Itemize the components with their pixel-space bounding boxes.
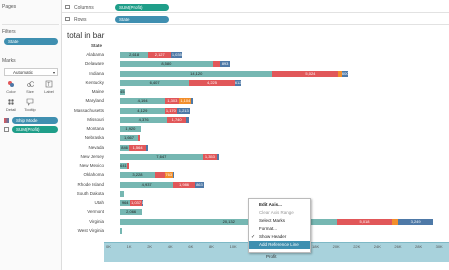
bar-segment[interactable]: 1,035: [171, 52, 183, 58]
bar-segment[interactable]: 1,213: [177, 107, 191, 114]
state-label: Delaware: [84, 61, 104, 67]
state-label: Massachusetts: [73, 107, 104, 113]
x-tick-label: 4K: [167, 244, 173, 249]
state-label: Vermont: [87, 209, 104, 215]
bar-segment[interactable]: [186, 116, 189, 123]
x-tick-label: 8K: [209, 244, 214, 249]
bar-segment[interactable]: 893: [220, 61, 230, 68]
bar-segment[interactable]: 1,104: [179, 98, 192, 105]
x-tick-label: 6K: [188, 244, 194, 249]
bar-segment[interactable]: [120, 190, 125, 197]
bar-segment[interactable]: 7,647: [120, 153, 203, 160]
state-label: Maryland: [85, 98, 104, 104]
bar-segment[interactable]: 1,667: [120, 135, 138, 142]
bar-segment[interactable]: 8,580: [120, 61, 213, 68]
state-label: Indiana: [89, 70, 104, 76]
bar-segment[interactable]: 5,018: [337, 218, 392, 225]
state-label: Virginia: [89, 218, 104, 224]
bar-segment[interactable]: 1,037: [130, 200, 142, 206]
bar-segment[interactable]: [126, 163, 129, 169]
state-label: Maine: [91, 89, 104, 94]
bar-segment[interactable]: 1,920: [120, 126, 141, 132]
bar-segment[interactable]: 600: [341, 70, 349, 77]
x-tick-label: 10K: [229, 244, 237, 249]
bar-segment[interactable]: [391, 218, 399, 225]
bar-segment[interactable]: 1,353: [202, 153, 218, 160]
state-label: South Dakota: [76, 190, 104, 196]
bar-segment[interactable]: 4,194: [120, 98, 166, 105]
x-tick-label: 22K: [353, 244, 361, 249]
bar-segment[interactable]: 863: [194, 181, 205, 188]
bar-segment[interactable]: [146, 144, 148, 151]
bar-segment[interactable]: 846: [120, 144, 130, 151]
bar-chart: Alabama 2,618 2,127 1,035 Delaware 8,580 893 In…: [0, 0, 449, 270]
state-label: Kentucky: [85, 79, 104, 85]
bar-segment[interactable]: [272, 70, 284, 77]
context-menu: Edit Axis... Clear Axis Range Select Mar…: [248, 198, 311, 253]
bar-segment[interactable]: 1,170: [164, 107, 178, 114]
x-tick-label: 2K: [147, 244, 153, 249]
bar-segment[interactable]: 1,740: [167, 116, 187, 123]
menu-show-header[interactable]: ✓ Show Header: [249, 233, 310, 241]
bar-segment[interactable]: 1,986: [173, 181, 195, 188]
state-label: Nebraska: [84, 135, 104, 141]
bar-segment[interactable]: [138, 135, 141, 142]
bar-segment[interactable]: 612: [234, 79, 242, 86]
menu-select-marks[interactable]: Select Marks: [249, 217, 310, 225]
bar-segment[interactable]: 1,303: [165, 98, 180, 105]
state-label: Oklahoma: [83, 172, 104, 178]
bar-segment[interactable]: [120, 227, 123, 234]
state-label: Montana: [86, 126, 104, 131]
bar-segment[interactable]: 964: [120, 200, 131, 206]
bar-segment[interactable]: 2,127: [148, 52, 172, 58]
x-tick-label: 28K: [415, 244, 423, 249]
state-label: Alabama: [86, 52, 104, 57]
bar-segment[interactable]: 1,564: [129, 144, 147, 151]
menu-clear-axis-range[interactable]: Clear Axis Range: [249, 209, 310, 217]
bar-segment[interactable]: 6,407: [120, 79, 190, 86]
bar-segment[interactable]: 4,376: [120, 116, 168, 123]
bar-segment[interactable]: 2,066: [120, 209, 143, 216]
bar-segment[interactable]: [212, 61, 221, 68]
x-tick-label: 24K: [373, 244, 381, 249]
bar-segment[interactable]: 14,120: [120, 70, 273, 77]
menu-edit-axis[interactable]: Edit Axis...: [249, 201, 310, 209]
bar-segment[interactable]: 2,618: [120, 52, 149, 58]
state-label: Rhode Island: [77, 181, 104, 187]
state-label: Utah: [94, 200, 104, 205]
state-label: Nevada: [88, 144, 104, 150]
bar-segment[interactable]: 454: [120, 89, 125, 95]
bar-segment[interactable]: 641: [120, 163, 127, 169]
menu-format[interactable]: Format...: [249, 225, 310, 233]
x-axis-title: Profit: [266, 254, 277, 259]
bar-segment[interactable]: 763: [164, 172, 173, 179]
x-tick-label: 0K: [106, 244, 111, 249]
bar-segment[interactable]: 135: [141, 200, 144, 206]
x-tick-label: 30K: [435, 244, 443, 249]
state-label: New Mexico: [79, 163, 104, 168]
bar-segment[interactable]: 3,228: [120, 172, 155, 179]
x-tick-label: 20K: [332, 244, 340, 249]
check-icon: ✓: [251, 234, 256, 240]
bar-segment[interactable]: 4,129: [120, 107, 165, 114]
bar-segment[interactable]: [191, 98, 194, 105]
x-tick-label: 18K: [312, 244, 320, 249]
x-tick-label: 1K: [126, 244, 132, 249]
bar-segment[interactable]: [217, 153, 219, 160]
bar-segment[interactable]: 3,249: [398, 218, 434, 225]
x-tick-label: 26K: [394, 244, 402, 249]
state-label: Missouri: [87, 116, 104, 122]
bar-segment[interactable]: 4,225: [189, 79, 235, 86]
bar-segment[interactable]: 5,024: [283, 70, 338, 77]
bar-segment[interactable]: 4,937: [120, 181, 174, 188]
bar-segment[interactable]: [172, 172, 175, 179]
bar-segment[interactable]: [154, 172, 165, 179]
menu-add-reference-line[interactable]: Add Reference Line: [249, 241, 310, 249]
state-label: West Virginia: [77, 227, 104, 233]
state-label: New Jersey: [80, 153, 104, 159]
